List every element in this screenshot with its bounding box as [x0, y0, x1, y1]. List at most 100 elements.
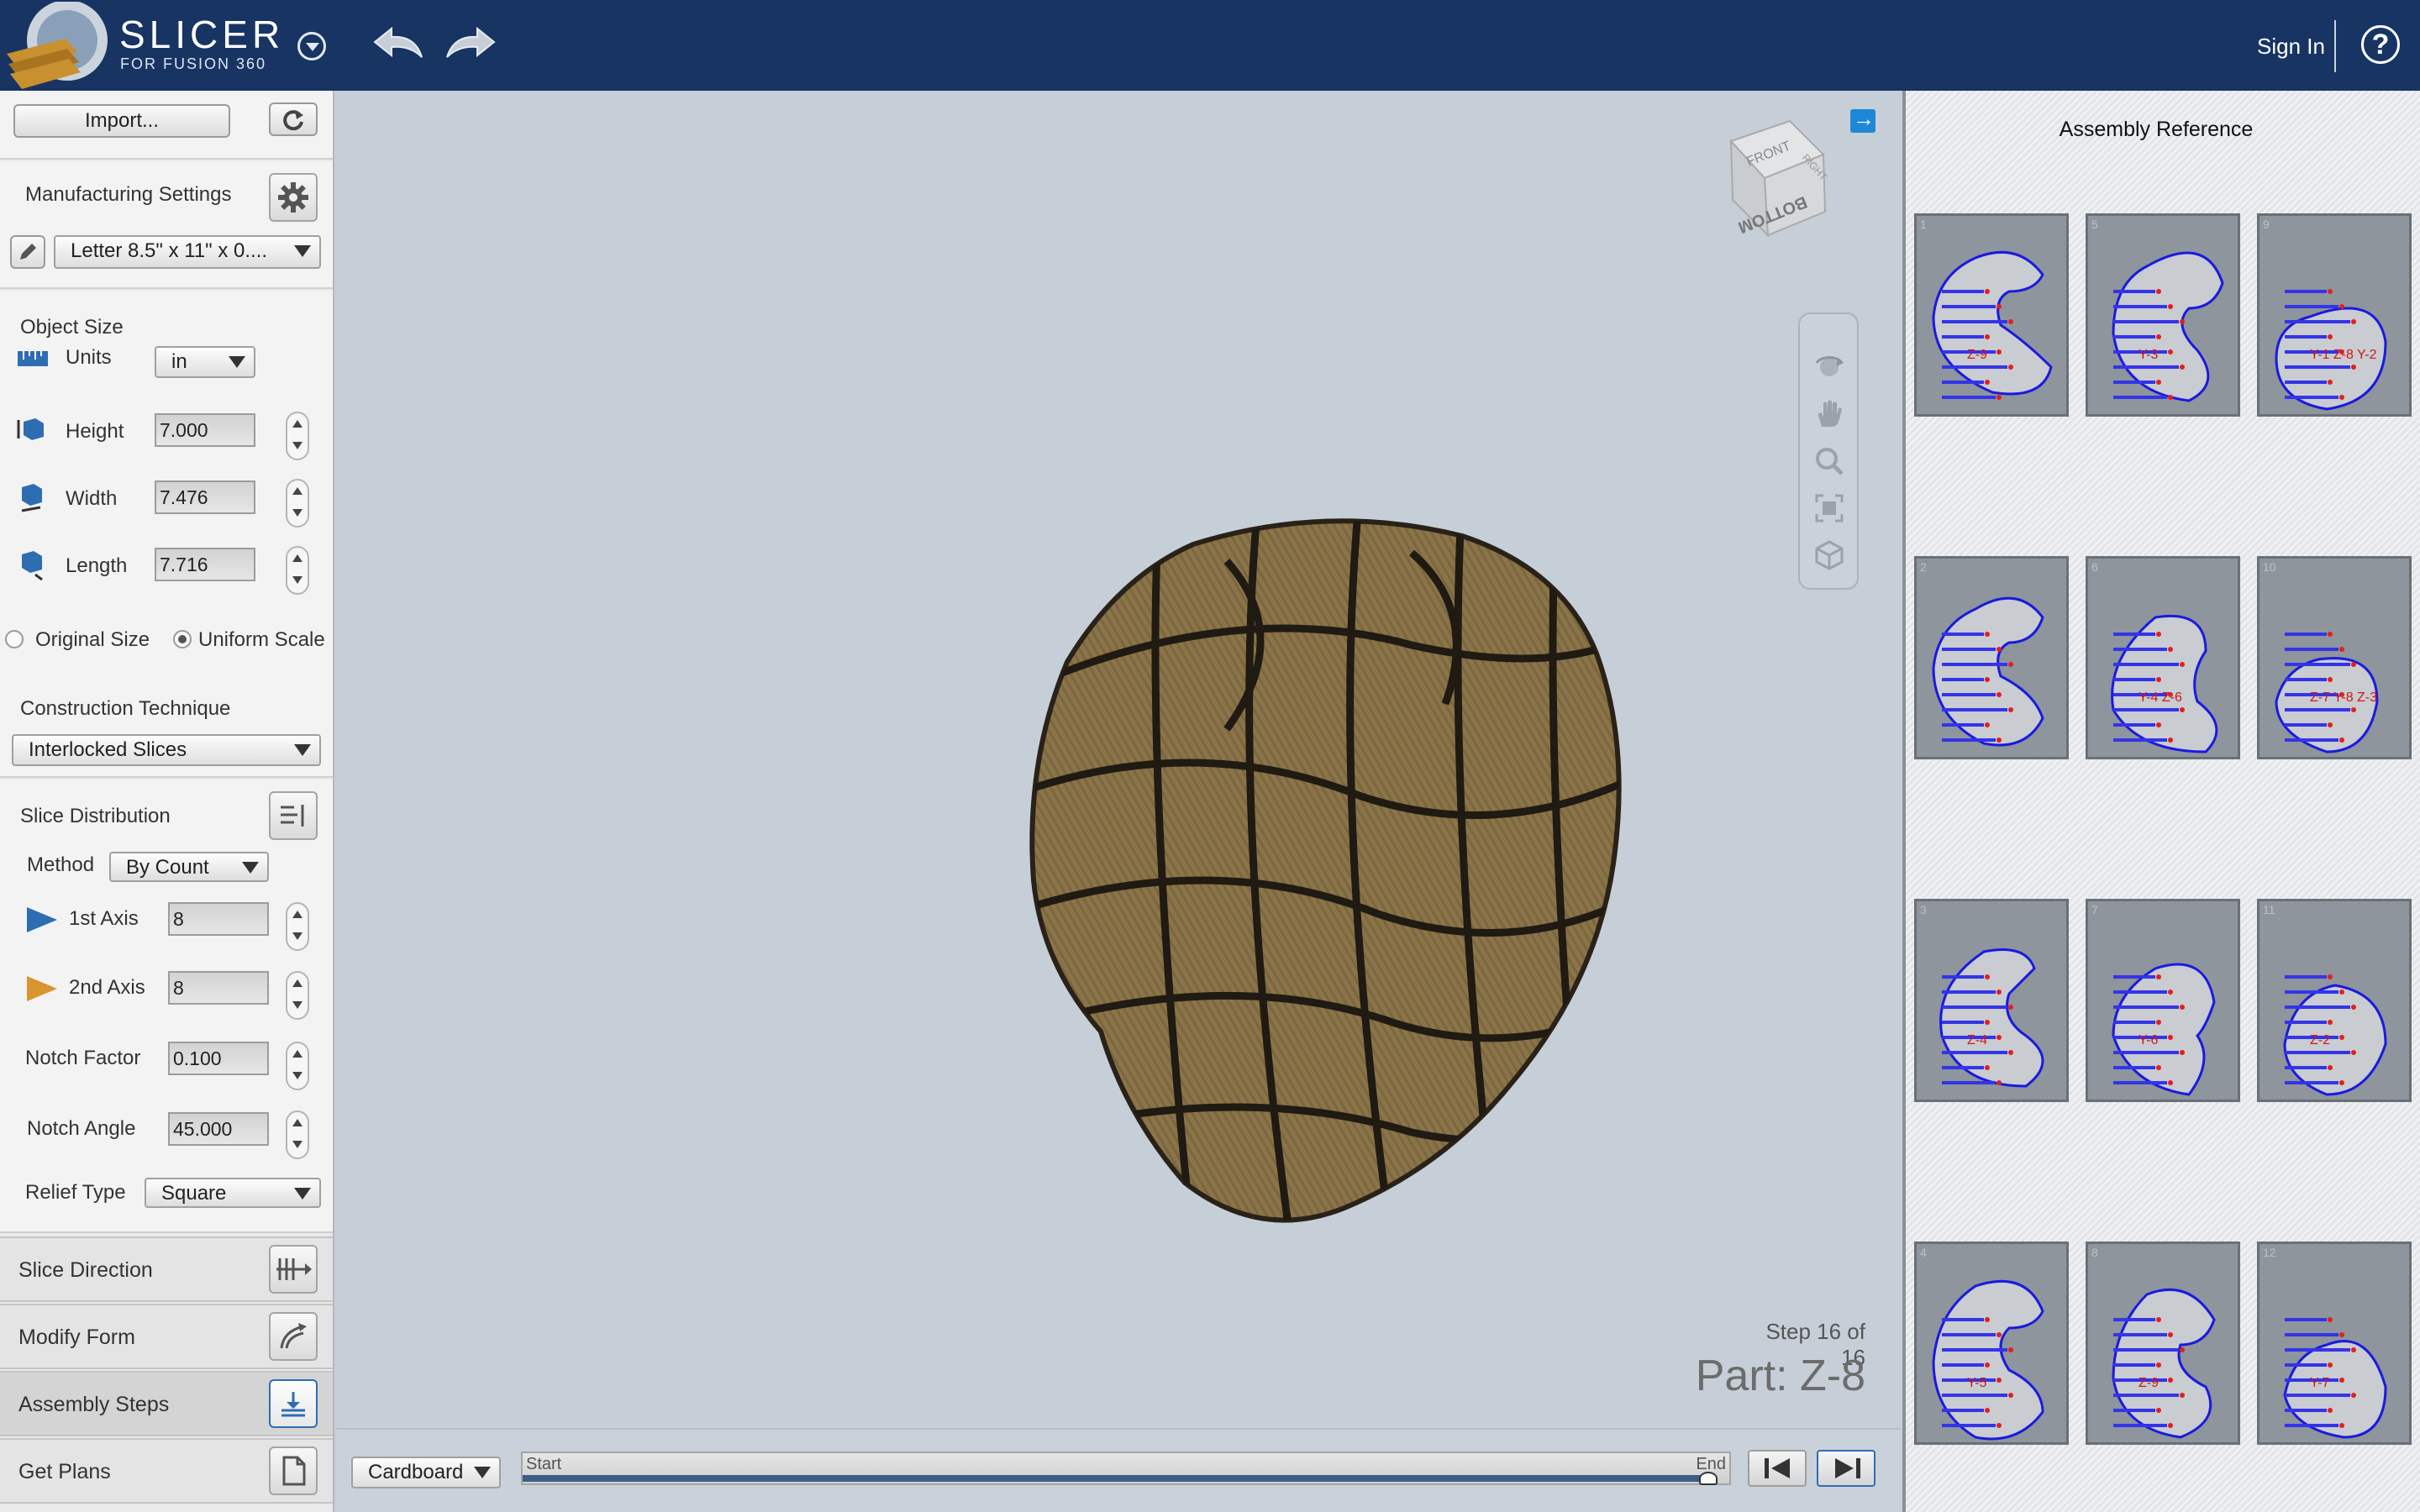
expand-panel-button[interactable]: [1850, 106, 1876, 133]
zoom-icon[interactable]: [1813, 445, 1845, 477]
thumbnail-part-label: Z-2: [2310, 1033, 2330, 1047]
slice-profile-drawing: Z-7 Y-8 Z-3: [2275, 632, 2379, 753]
height-icon: [17, 418, 44, 440]
construction-technique-select[interactable]: Interlocked Slices: [12, 734, 321, 766]
slice-direction-row[interactable]: Slice Direction: [0, 1236, 333, 1302]
second-axis-input[interactable]: 8: [168, 971, 269, 1005]
header-divider: [2334, 20, 2336, 72]
notch-angle-input[interactable]: 45.000: [168, 1112, 269, 1146]
notch-factor-stepper[interactable]: [286, 1042, 309, 1090]
slice-distribution-menu-button[interactable]: [269, 791, 318, 840]
first-axis-icon: [27, 907, 57, 932]
sliced-model[interactable]: [975, 444, 1781, 1334]
slider-handle[interactable]: [1699, 1472, 1718, 1485]
gear-icon: [278, 182, 308, 213]
length-label: Length: [66, 554, 128, 577]
width-stepper[interactable]: [286, 479, 309, 528]
modify-form-row[interactable]: Modify Form: [0, 1304, 333, 1369]
assembly-steps-row[interactable]: Assembly Steps: [0, 1371, 333, 1436]
units-label: Units: [66, 346, 112, 369]
width-input[interactable]: 7.476: [155, 480, 255, 514]
relief-type-select[interactable]: Square: [145, 1178, 321, 1208]
thumbnail-part-label: Z-7 Y-8 Z-3: [2310, 690, 2377, 705]
slice-direction-button[interactable]: [269, 1245, 318, 1294]
previous-step-button[interactable]: [1748, 1450, 1807, 1487]
assembly-thumbnail[interactable]: 6 Y-4 Z-6: [2086, 556, 2240, 759]
original-size-label: Original Size: [35, 628, 150, 651]
skip-forward-icon: [1835, 1458, 1860, 1478]
slider-start-label: Start: [526, 1455, 562, 1473]
orbit-icon[interactable]: [1813, 351, 1845, 383]
notch-angle-stepper[interactable]: [286, 1110, 309, 1159]
modify-form-button[interactable]: [269, 1312, 318, 1361]
manufacturing-settings-button[interactable]: [269, 173, 318, 222]
assembly-thumbnail[interactable]: 12 Y-7: [2257, 1242, 2412, 1445]
material-preset-value: Letter 8.5" x 11" x 0....: [71, 239, 268, 262]
viewcube[interactable]: FRONT RIGHT BOTTOM: [1697, 108, 1849, 250]
assembly-thumbnail[interactable]: 5 Y-3: [2086, 213, 2240, 417]
material-preset-select[interactable]: Letter 8.5" x 11" x 0....: [54, 235, 321, 269]
assembly-steps-label: Assembly Steps: [18, 1393, 170, 1416]
manufacturing-settings-label: Manufacturing Settings: [25, 183, 232, 206]
pencil-icon: [20, 244, 36, 260]
assembly-reference-title: Assembly Reference: [2059, 118, 2254, 141]
part-label: Part: Z-8: [1695, 1352, 1865, 1400]
chevron-down-icon: [294, 1188, 311, 1200]
slice-profile-drawing: Z-9: [2112, 1288, 2216, 1439]
get-plans-button[interactable]: [269, 1446, 318, 1495]
thumbnail-part-label: Z-9: [1967, 348, 1987, 362]
refresh-button[interactable]: [269, 102, 318, 136]
second-axis-stepper[interactable]: [286, 971, 309, 1020]
sign-in-link[interactable]: Sign In: [2257, 34, 2325, 60]
3d-viewport[interactable]: FRONT RIGHT BOTTOM: [336, 91, 1901, 1428]
assembly-steps-icon: [281, 1392, 305, 1417]
assembly-thumbnail[interactable]: 2: [1914, 556, 2069, 759]
length-stepper[interactable]: [286, 546, 309, 595]
fit-view-icon[interactable]: [1813, 492, 1845, 524]
assembly-thumbnail[interactable]: 8 Z-9: [2086, 1242, 2240, 1445]
construction-section: Construction Technique Interlocked Slice…: [0, 674, 333, 778]
list-icon: [281, 805, 304, 827]
uniform-scale-radio[interactable]: [173, 630, 192, 648]
assembly-thumbnail[interactable]: 1 Z-9: [1914, 213, 2069, 417]
chevron-down-icon: [294, 245, 311, 257]
pan-hand-icon[interactable]: [1813, 398, 1845, 430]
method-select[interactable]: By Count: [109, 852, 269, 882]
thumbnail-part-label: Y-4 Z-6: [2139, 690, 2182, 705]
first-axis-label: 1st Axis: [69, 907, 139, 930]
assembly-steps-button[interactable]: [269, 1379, 318, 1428]
home-view-icon[interactable]: [1813, 539, 1845, 571]
first-axis-input[interactable]: 8: [168, 902, 269, 936]
import-button[interactable]: Import...: [13, 104, 230, 138]
app-menu-dropdown-icon[interactable]: [297, 32, 326, 60]
help-icon[interactable]: ?: [2361, 25, 2400, 64]
notch-factor-input[interactable]: 0.100: [168, 1042, 269, 1075]
height-input[interactable]: 7.000: [155, 413, 255, 447]
chevron-down-icon: [242, 862, 259, 874]
assembly-thumbnail[interactable]: 3 Z-4: [1914, 899, 2069, 1102]
assembly-thumbnail[interactable]: 11 Z-2: [2257, 899, 2412, 1102]
assembly-thumbnail[interactable]: 10 Z-7 Y-8 Z-3: [2257, 556, 2412, 759]
thumbnail-part-label: Y-6: [2139, 1033, 2159, 1047]
units-select[interactable]: in: [155, 346, 255, 378]
material-select[interactable]: Cardboard: [351, 1457, 501, 1488]
assembly-thumbnail[interactable]: 4 Y-5: [1914, 1242, 2069, 1445]
length-input[interactable]: 7.716: [155, 548, 255, 581]
undo-icon[interactable]: [370, 24, 425, 62]
next-step-button[interactable]: [1817, 1450, 1876, 1487]
assembly-thumbnail[interactable]: 7 Y-6: [2086, 899, 2240, 1102]
ruler-icon: [18, 351, 48, 366]
original-size-radio[interactable]: [5, 630, 24, 648]
get-plans-row[interactable]: Get Plans: [0, 1438, 333, 1504]
thumbnail-part-label: Y-3: [2139, 348, 2159, 362]
height-stepper[interactable]: [286, 412, 309, 460]
thumbnail-part-label: Z-9: [2139, 1376, 2159, 1390]
slice-profile-drawing: Z-9: [1932, 250, 2053, 400]
edit-material-button[interactable]: [10, 235, 45, 269]
first-axis-stepper[interactable]: [286, 902, 309, 951]
height-label: Height: [66, 420, 124, 443]
slice-profile-drawing: Y-5: [1932, 1279, 2044, 1441]
slice-direction-label: Slice Direction: [18, 1258, 153, 1282]
assembly-thumbnail[interactable]: 9 Y-1 Z-8 Y-2: [2257, 213, 2412, 417]
redo-icon[interactable]: [444, 24, 499, 62]
